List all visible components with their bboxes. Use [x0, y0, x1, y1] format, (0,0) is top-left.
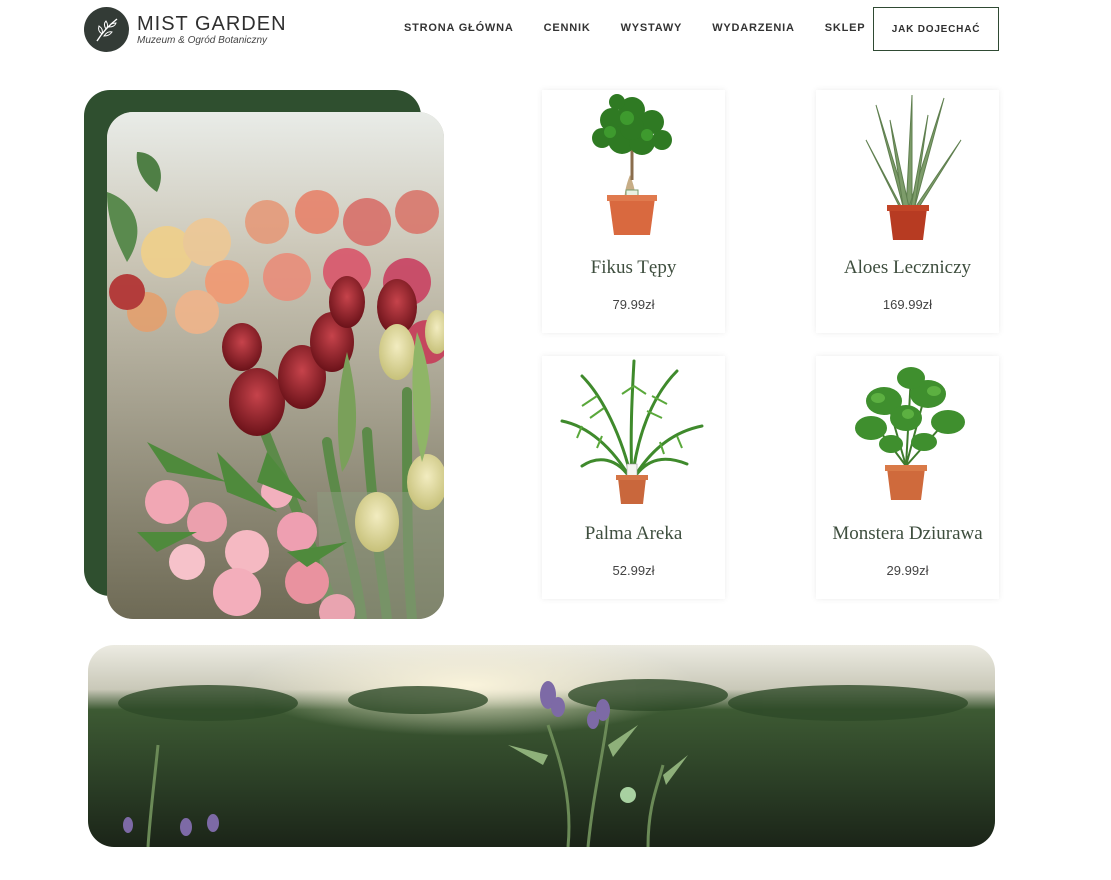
product-price: 79.99zł [612, 297, 655, 312]
product-price: 52.99zł [612, 563, 655, 578]
product-name: Aloes Leczniczy [843, 257, 972, 278]
nav-item-pricing[interactable]: CENNIK [544, 22, 591, 34]
brand-subtitle: Muzeum & Ogród Botaniczny [137, 34, 268, 46]
product-card-aloe[interactable]: Aloes Leczniczy 169.99zł [816, 90, 999, 333]
product-name: Palma Areka [584, 523, 683, 544]
ficus-plant-image [592, 94, 672, 235]
nav-item-events[interactable]: WYDARZENIA [712, 22, 795, 34]
brand-logo[interactable]: MIST GARDEN Muzeum & Ogród Botaniczny [84, 7, 287, 52]
monstera-plant-image [855, 367, 965, 500]
brand-title: MIST GARDEN [137, 12, 287, 35]
nav-item-home[interactable]: STRONA GŁÓWNA [404, 22, 514, 34]
product-card-ficus[interactable]: Fikus Tępy 79.99zł [542, 90, 725, 333]
main-nav: STRONA GŁÓWNA CENNIK WYSTAWY WYDARZENIA … [404, 22, 895, 34]
product-card-areca-palm[interactable]: Palma Areka 52.99zł [542, 356, 725, 599]
site-header: MIST GARDEN Muzeum & Ogród Botaniczny ST… [0, 0, 1111, 60]
hero-flowers-image [107, 112, 444, 619]
product-name: Monstera Dziurawa [832, 523, 983, 544]
product-price: 169.99zł [882, 297, 933, 312]
brand-text: MIST GARDEN Muzeum & Ogród Botaniczny [137, 13, 287, 47]
product-name: Fikus Tępy [590, 257, 677, 278]
product-price: 29.99zł [886, 563, 929, 578]
aloe-plant-image [865, 94, 962, 240]
nav-item-exhibitions[interactable]: WYSTAWY [621, 22, 683, 34]
areca-palm-plant-image [560, 359, 704, 504]
nav-item-shop[interactable]: SKLEP [825, 22, 866, 34]
meadow-banner-image [88, 645, 995, 847]
leaf-branch-icon [84, 7, 129, 52]
product-card-monstera[interactable]: Monstera Dziurawa 29.99zł [816, 356, 999, 599]
directions-button[interactable]: JAK DOJECHAĆ [873, 7, 999, 51]
